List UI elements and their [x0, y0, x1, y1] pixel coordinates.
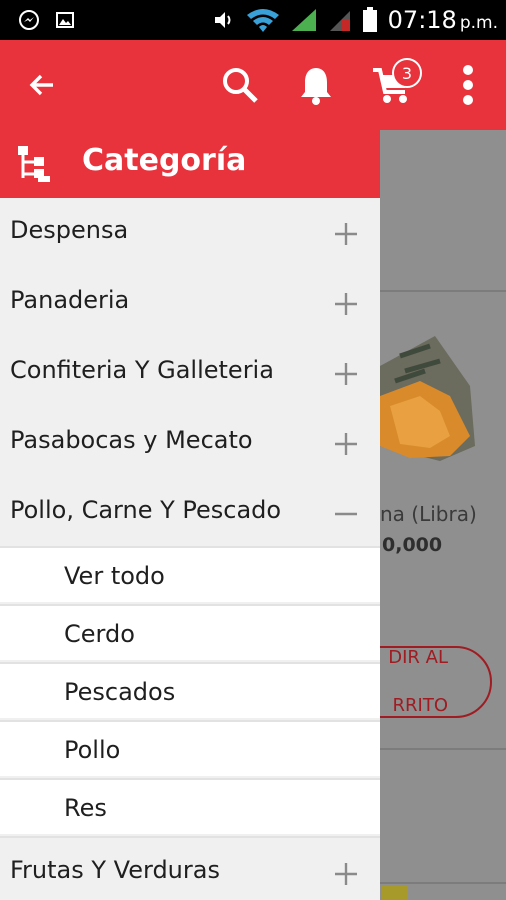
search-icon [223, 68, 258, 103]
gallery-icon [56, 12, 74, 28]
plus-icon[interactable] [332, 220, 360, 248]
category-tree-icon [18, 146, 50, 182]
minus-icon[interactable] [332, 500, 360, 528]
category-label: Confiteria Y Galleteria [10, 356, 274, 384]
status-left-icons [18, 9, 76, 31]
category-frutas-verduras[interactable]: Frutas Y Verduras [0, 836, 380, 900]
divider [380, 290, 506, 292]
cart-button[interactable]: 3 [370, 58, 422, 108]
pumpkin-image [380, 336, 475, 461]
background-product-area: na (Libra) 0,000 DIR AL RRITO [380, 130, 506, 900]
category-panaderia[interactable]: Panaderia [0, 268, 380, 338]
add-to-cart-button-partial[interactable]: DIR AL RRITO [380, 646, 492, 718]
drawer-title: Categoría [82, 143, 247, 178]
subcategory-label: Pescados [64, 678, 176, 706]
category-drawer: Categoría Despensa Panaderia Confiteria … [0, 130, 380, 900]
subcategory-ver-todo[interactable]: Ver todo [0, 546, 380, 602]
category-despensa[interactable]: Despensa [0, 198, 380, 268]
cart-count-badge: 3 [392, 58, 422, 88]
category-confiteria[interactable]: Confiteria Y Galleteria [0, 338, 380, 408]
back-arrow-icon [29, 74, 53, 96]
subcategory-res[interactable]: Res [0, 778, 380, 834]
more-vertical-icon [463, 65, 473, 105]
category-label: Panaderia [10, 286, 130, 314]
plus-icon[interactable] [332, 290, 360, 318]
subcategory-pollo[interactable]: Pollo [0, 720, 380, 776]
category-label: Pollo, Carne Y Pescado [10, 496, 282, 524]
divider [380, 882, 506, 884]
category-label: Frutas Y Verduras [10, 856, 220, 884]
signal-icon [291, 9, 316, 31]
battery-icon [362, 7, 377, 32]
notifications-button[interactable] [294, 62, 338, 108]
back-button[interactable] [20, 62, 64, 108]
product-image-partial [382, 886, 408, 900]
status-bar: 07:18 p.m. [0, 0, 506, 40]
product-price-partial: 0,000 [382, 534, 443, 556]
subcategory-label: Ver todo [64, 562, 165, 590]
plus-icon[interactable] [332, 860, 360, 888]
subcategory-label: Res [64, 794, 107, 822]
search-button[interactable] [218, 62, 262, 108]
bell-icon [301, 68, 331, 105]
category-pollo-carne-pescado[interactable]: Pollo, Carne Y Pescado [0, 478, 380, 548]
plus-icon[interactable] [332, 430, 360, 458]
plus-icon[interactable] [332, 360, 360, 388]
more-options-button[interactable] [446, 62, 490, 108]
subcategory-cerdo[interactable]: Cerdo [0, 604, 380, 660]
product-name-partial: na (Libra) [380, 502, 477, 526]
drawer-header: Categoría [0, 130, 380, 198]
divider [380, 748, 506, 750]
category-pasabocas[interactable]: Pasabocas y Mecato [0, 408, 380, 478]
status-time: 07:18 p.m. [387, 6, 498, 34]
messenger-icon [19, 10, 39, 30]
category-label: Pasabocas y Mecato [10, 426, 253, 454]
volume-icon [214, 12, 231, 28]
subcategory-label: Cerdo [64, 620, 135, 648]
signal-roaming-icon [329, 11, 350, 31]
subcategory-pescados[interactable]: Pescados [0, 662, 380, 718]
category-label: Despensa [10, 216, 129, 244]
status-right-icons: 07:18 p.m. [212, 6, 498, 34]
wifi-icon [246, 9, 279, 32]
subcategory-label: Pollo [64, 736, 121, 764]
app-bar: 3 [0, 40, 506, 130]
